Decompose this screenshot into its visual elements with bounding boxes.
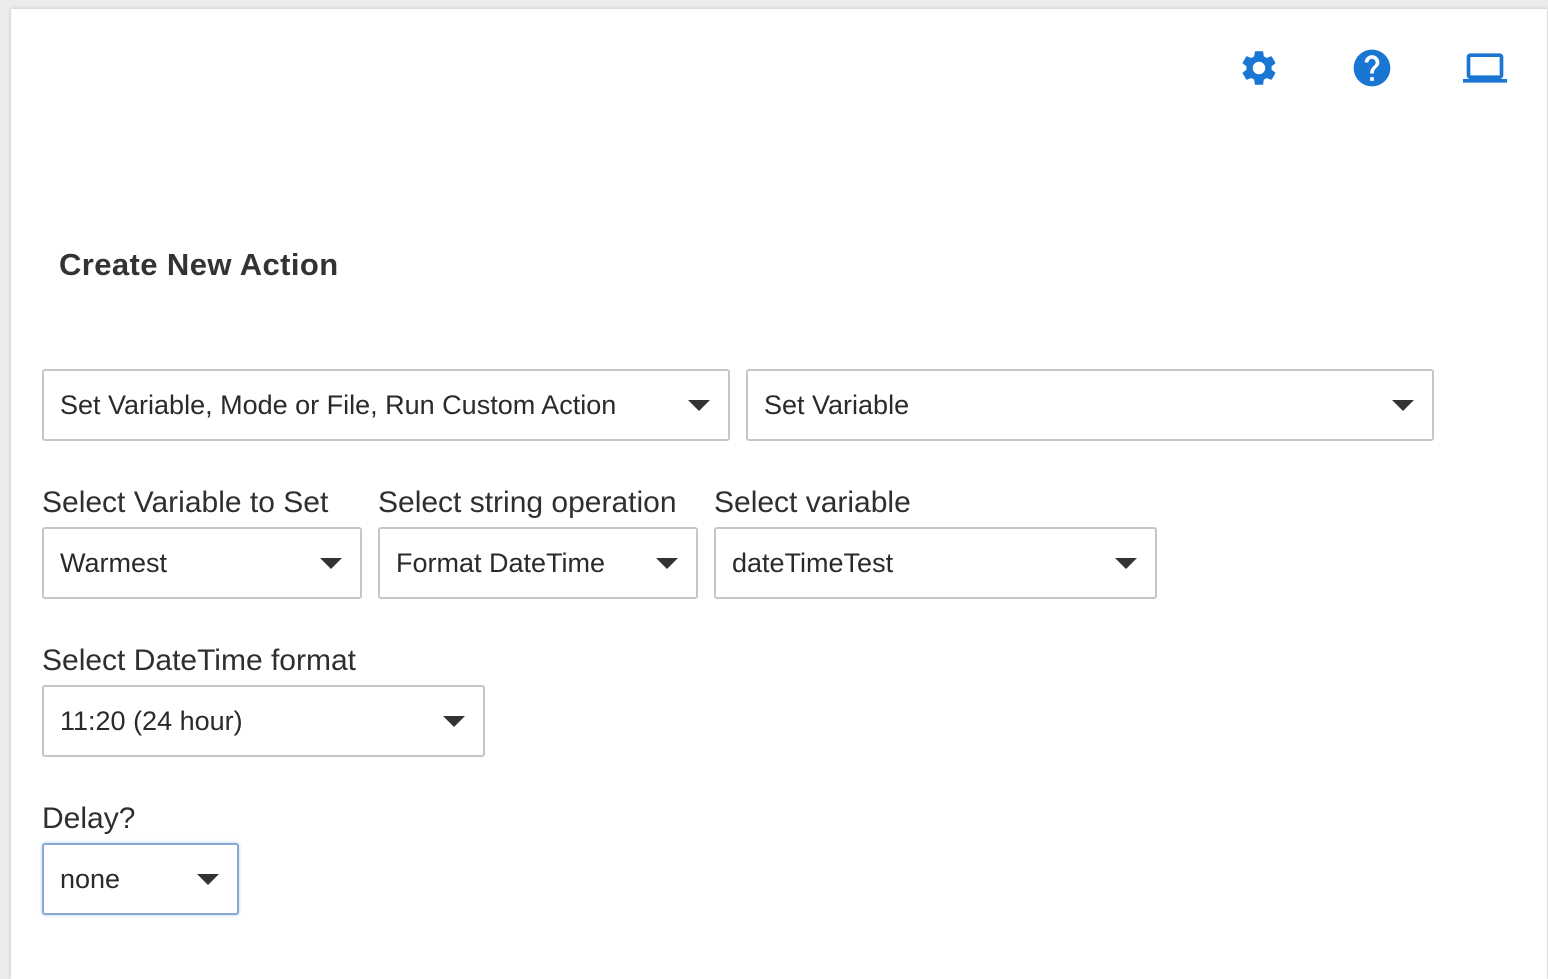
chevron-down-icon	[688, 400, 710, 411]
laptop-icon	[1463, 53, 1507, 83]
datetime-format-value: 11:20 (24 hour)	[60, 706, 243, 736]
source-variable-select[interactable]: dateTimeTest	[714, 527, 1157, 599]
action-type-select[interactable]: Set Variable	[746, 369, 1434, 441]
variable-to-set-label: Select Variable to Set	[42, 486, 329, 519]
action-editor-panel: Create New Action Set Variable, Mode or …	[11, 9, 1547, 979]
source-variable-label: Select variable	[714, 486, 911, 519]
chevron-down-icon	[656, 558, 678, 569]
action-category-value: Set Variable, Mode or File, Run Custom A…	[60, 390, 617, 420]
page-title: Create New Action	[59, 247, 339, 282]
source-variable-value: dateTimeTest	[732, 548, 894, 578]
string-operation-label: Select string operation	[378, 486, 677, 519]
delay-label: Delay?	[42, 802, 136, 835]
chevron-down-icon	[443, 716, 465, 727]
chevron-down-icon	[197, 874, 219, 885]
chevron-down-icon	[1115, 558, 1137, 569]
chevron-down-icon	[1392, 400, 1414, 411]
delay-value: none	[60, 864, 121, 894]
action-type-value: Set Variable	[764, 390, 910, 420]
help-button[interactable]	[1350, 46, 1394, 90]
datetime-format-select[interactable]: 11:20 (24 hour)	[42, 685, 485, 757]
datetime-format-label: Select DateTime format	[42, 644, 356, 677]
string-operation-select[interactable]: Format DateTime	[378, 527, 698, 599]
gear-icon	[1242, 51, 1276, 85]
string-operation-value: Format DateTime	[396, 548, 606, 578]
action-category-select[interactable]: Set Variable, Mode or File, Run Custom A…	[42, 369, 730, 441]
display-button[interactable]	[1463, 46, 1507, 90]
help-icon	[1353, 49, 1391, 87]
variable-to-set-value: Warmest	[60, 548, 167, 578]
settings-button[interactable]	[1237, 46, 1281, 90]
chevron-down-icon	[320, 558, 342, 569]
delay-select[interactable]: none	[42, 843, 239, 915]
variable-to-set-select[interactable]: Warmest	[42, 527, 362, 599]
